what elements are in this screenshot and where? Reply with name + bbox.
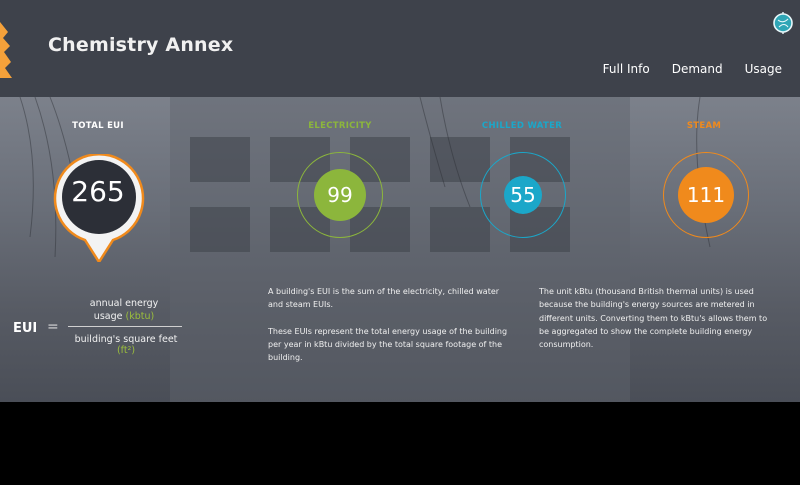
chilled-water-value: 55	[504, 176, 542, 214]
nav-usage[interactable]: Usage	[745, 62, 782, 76]
nav: Full Info Demand Usage	[603, 62, 782, 76]
total-eui-label: TOTAL EUI	[72, 121, 124, 131]
header: Chemistry Annex Full Info Demand Usage	[0, 0, 800, 97]
kbtu-explanation: The unit kBtu (thousand British thermal …	[539, 285, 777, 364]
steam-label: STEAM	[686, 121, 722, 131]
numerator-line2: usage (kbtu)	[68, 310, 180, 323]
formula-denominator: building's square feet (ft²)	[68, 334, 184, 356]
logo	[0, 22, 12, 78]
formula-equals: =	[47, 319, 59, 335]
total-eui-pin	[53, 154, 145, 262]
numerator-line2-text: usage	[93, 311, 123, 322]
eui-paragraph-1: A building's EUI is the sum of the elect…	[268, 287, 500, 310]
kbtu-paragraph: The unit kBtu (thousand British thermal …	[539, 287, 768, 350]
total-eui-value: 265	[71, 175, 125, 208]
hero-panel: TOTAL EUI 265 ELECTRICITY 99 CHILLED WAT…	[0, 97, 800, 402]
denominator-text: building's square feet	[74, 334, 178, 345]
formula-lhs: EUI	[13, 321, 38, 336]
eui-explanation: A building's EUI is the sum of the elect…	[268, 285, 510, 377]
denominator-unit: (ft²)	[116, 345, 136, 356]
page-title: Chemistry Annex	[48, 34, 234, 56]
numerator-line1: annual energy	[89, 298, 159, 309]
chilled-water-label: CHILLED WATER	[481, 121, 563, 131]
formula-numerator: annual energy usage (kbtu)	[68, 297, 180, 323]
eui-paragraph-2: These EUIs represent the total energy us…	[268, 326, 508, 363]
steam-value: 111	[678, 167, 734, 223]
fraction-bar	[68, 326, 182, 327]
electricity-label: ELECTRICITY	[308, 121, 372, 131]
nav-demand[interactable]: Demand	[672, 62, 723, 76]
nav-full-info[interactable]: Full Info	[603, 62, 650, 76]
electricity-value: 99	[314, 169, 366, 221]
numerator-unit: (kbtu)	[125, 311, 155, 322]
globe-icon[interactable]	[772, 12, 794, 34]
